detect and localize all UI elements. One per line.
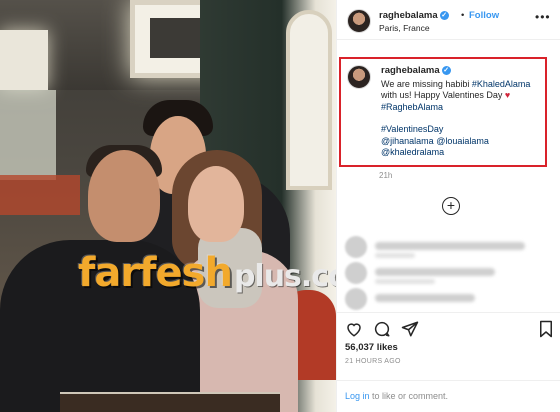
username-text[interactable]: raghebalama (379, 10, 438, 21)
hashtag-khaledalama[interactable]: #KhaledAlama (472, 79, 531, 89)
person-woman-face (188, 166, 244, 242)
arched-mirror (286, 10, 332, 190)
comment-text (375, 268, 495, 276)
location-link[interactable]: Paris, France (379, 23, 430, 33)
wall-lamp (0, 30, 48, 90)
likes-count[interactable]: 56,037 likes (345, 342, 398, 353)
caption-line1: We are missing habibi (381, 79, 472, 89)
table-edge (60, 392, 280, 412)
hashtag-valentinesday[interactable]: #ValentinesDay (381, 124, 443, 134)
share-icon[interactable] (401, 320, 419, 338)
caption-username-text[interactable]: raghebalama (381, 65, 440, 76)
background-chairs (0, 175, 80, 215)
login-prompt: Log in to like or comment. (337, 380, 560, 412)
watermark: farfeshplus.com (78, 250, 336, 296)
post-timestamp[interactable]: 21 HOURS AGO (345, 358, 401, 365)
caption-text: We are missing habibi #KhaledAlama with … (381, 79, 545, 158)
action-bar (337, 312, 560, 342)
comment-text (375, 242, 525, 250)
avatar[interactable] (347, 9, 371, 33)
heart-icon[interactable] (345, 320, 363, 338)
more-icon[interactable]: ••• (535, 10, 551, 24)
login-text: Log in to like or comment. (345, 391, 448, 401)
post-sidebar: raghebalama ✓ • Follow Paris, France ••• … (336, 0, 560, 412)
comment-avatar (345, 236, 367, 258)
caption-highlight: raghebalama ✓ We are missing habibi #Khal… (339, 57, 547, 167)
window (0, 90, 56, 180)
comment-row (345, 236, 535, 262)
mention-louaialama[interactable]: @louaialama (436, 136, 489, 146)
post-header: raghebalama ✓ • Follow Paris, France ••• (337, 0, 560, 40)
caption-avatar[interactable] (347, 65, 371, 89)
caption-time: 21h (379, 171, 393, 180)
add-comment-icon[interactable]: + (442, 197, 460, 215)
follow-button[interactable]: Follow (469, 10, 499, 21)
caption-gap (381, 113, 545, 124)
comment-meta (375, 279, 435, 284)
mention-khaledralama[interactable]: @khaledralama (381, 147, 444, 157)
verified-icon: ✓ (439, 10, 449, 20)
verified-icon: ✓ (441, 65, 451, 75)
caption-line2: with us! Happy Valentines Day (381, 90, 505, 101)
hashtag-raghebalama[interactable]: #RaghebAlama (381, 102, 443, 112)
post-photo[interactable]: farfeshplus.com (0, 0, 336, 412)
login-rest: to like or comment. (369, 391, 449, 401)
username-link[interactable]: raghebalama ✓ (379, 10, 449, 21)
watermark-suffix: plus.com (233, 259, 336, 294)
comment-row (345, 262, 535, 288)
login-link[interactable]: Log in (345, 391, 370, 401)
mention-jihanalama[interactable]: @jihanalama (381, 136, 434, 146)
comment-avatar (345, 288, 367, 310)
separator-dot: • (461, 10, 465, 21)
comment-icon[interactable] (373, 320, 391, 338)
heart-emoji: ♥ (504, 90, 511, 101)
watermark-main: farfesh (78, 250, 233, 296)
comment-avatar (345, 262, 367, 284)
comment-meta (375, 253, 415, 258)
caption-username-link[interactable]: raghebalama ✓ (381, 65, 451, 76)
person-man-face (88, 150, 160, 242)
comment-row (345, 288, 535, 314)
bookmark-icon[interactable] (537, 320, 555, 338)
comment-text (375, 294, 475, 302)
